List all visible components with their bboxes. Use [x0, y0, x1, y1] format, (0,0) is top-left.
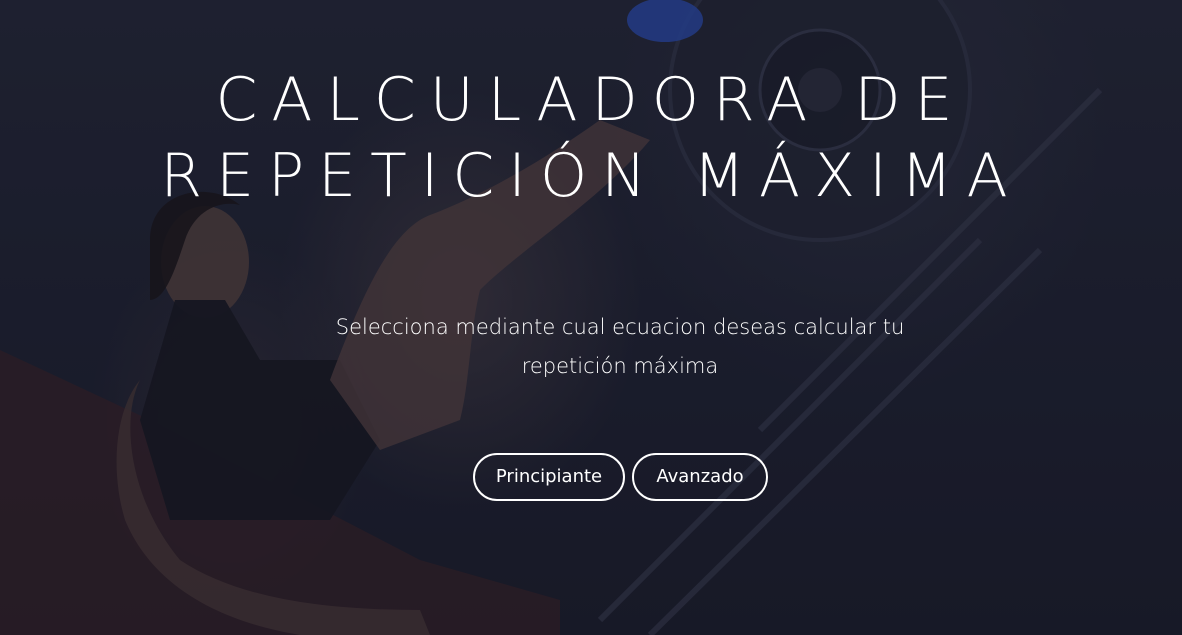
page-title: CALCULADORA DE REPETICIÓN MÁXIMA — [0, 62, 1182, 214]
beginner-button[interactable]: Principiante — [473, 453, 625, 501]
advanced-button[interactable]: Avanzado — [632, 453, 768, 501]
level-buttons: Principiante Avanzado — [473, 453, 768, 501]
hero-subtitle: Selecciona mediante cual ecuacion deseas… — [335, 315, 905, 378]
page-title-line-2: REPETICIÓN MÁXIMA — [160, 141, 1022, 211]
hero-section: CALCULADORA DE REPETICIÓN MÁXIMA Selecci… — [0, 0, 1182, 635]
page-title-line-1: CALCULADORA DE — [215, 65, 967, 135]
